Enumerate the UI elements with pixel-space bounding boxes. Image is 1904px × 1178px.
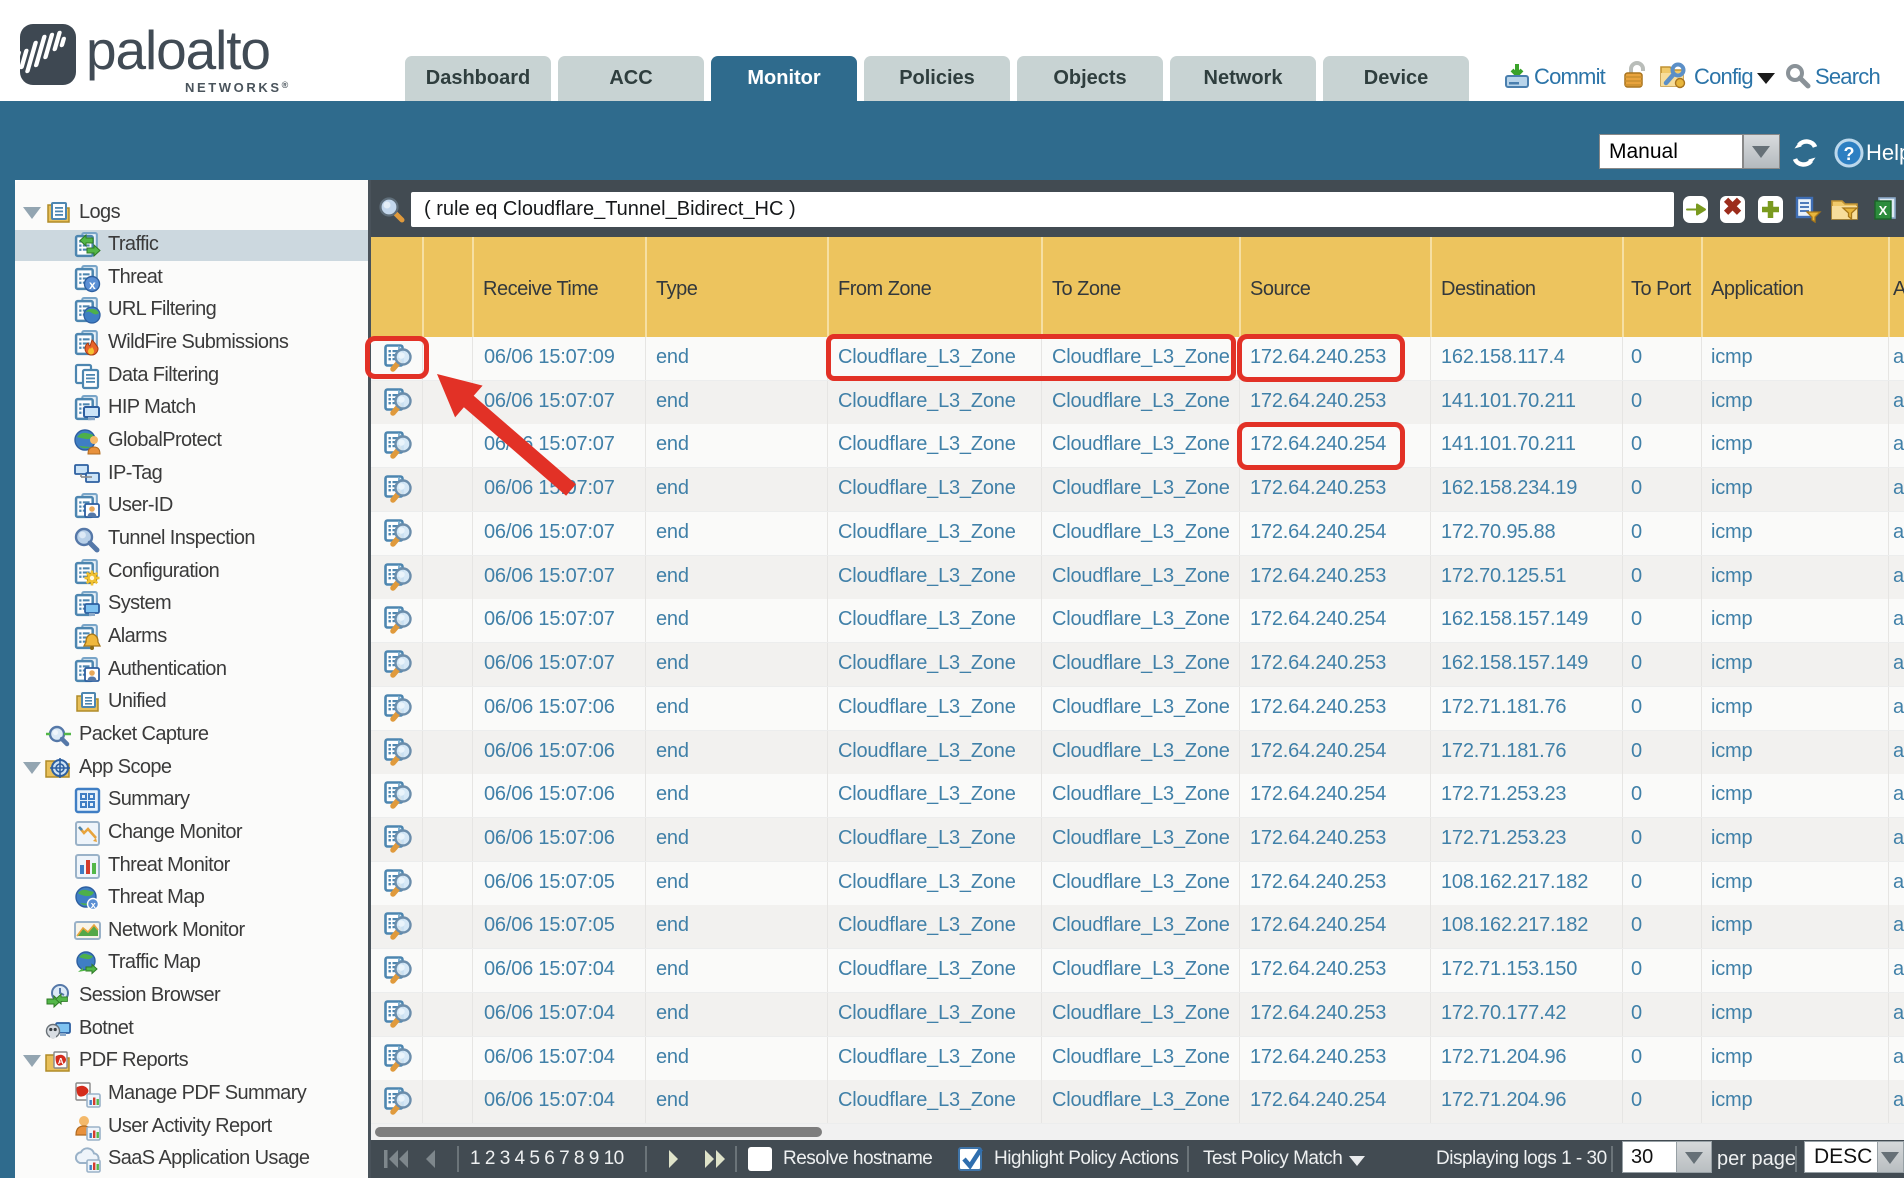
svg-text:X: X: [1879, 203, 1888, 218]
svg-text:?: ?: [1844, 144, 1855, 164]
svg-text:x: x: [91, 900, 96, 910]
svg-text:A: A: [58, 1057, 64, 1066]
svg-text:x: x: [89, 278, 96, 292]
